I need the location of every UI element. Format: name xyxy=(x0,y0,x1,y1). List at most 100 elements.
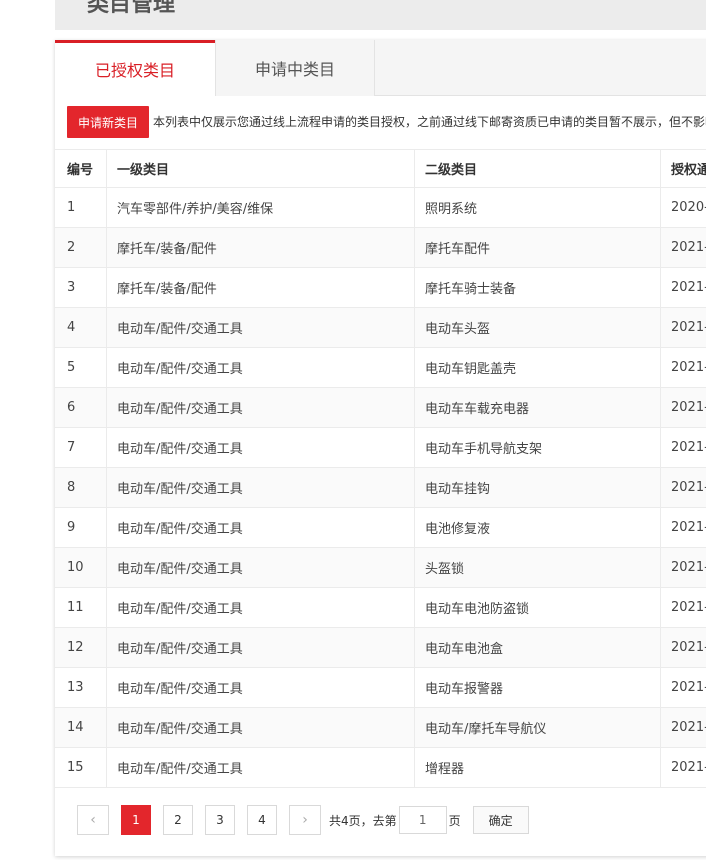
row-level1-category: 电动车/配件/交通工具 xyxy=(107,308,415,347)
next-page-button[interactable]: › xyxy=(289,805,321,835)
pagination: ‹ 1 2 3 4 › 共4页，去第 页 确定 xyxy=(77,804,529,836)
chevron-right-icon: › xyxy=(302,812,308,828)
table-row: 2 摩托车/装备/配件 摩托车配件 2021- xyxy=(55,227,706,267)
page-button-4[interactable]: 4 xyxy=(247,805,277,835)
row-level2-category: 电池修复液 xyxy=(415,508,661,547)
page-suffix-text: 页 xyxy=(448,813,461,828)
table-row: 15 电动车/配件/交通工具 增程器 2021- xyxy=(55,747,706,787)
row-level2-category: 电动车钥匙盖壳 xyxy=(415,348,661,387)
table-row: 8 电动车/配件/交通工具 电动车挂钩 2021- xyxy=(55,467,706,507)
row-auth-date: 2021- xyxy=(671,240,706,255)
row-number: 13 xyxy=(55,668,107,707)
row-level1-category: 电动车/配件/交通工具 xyxy=(107,668,415,707)
row-auth-date: 2021- xyxy=(671,600,706,615)
row-level1-category: 电动车/配件/交通工具 xyxy=(107,588,415,627)
header-level1: 一级类目 xyxy=(107,150,415,187)
row-level2-category: 头盔锁 xyxy=(415,548,661,587)
notice-text: 本列表中仅展示您通过线上流程申请的类目授权，之前通过线下邮寄资质已申请的类目暂不… xyxy=(153,115,706,129)
header-auth-date: 授权通 xyxy=(671,163,706,178)
row-level2-category: 电动车报警器 xyxy=(415,668,661,707)
table-row: 5 电动车/配件/交通工具 电动车钥匙盖壳 2021- xyxy=(55,347,706,387)
row-level1-category: 电动车/配件/交通工具 xyxy=(107,508,415,547)
row-level2-category: 电动车头盔 xyxy=(415,308,661,347)
row-level1-category: 电动车/配件/交通工具 xyxy=(107,388,415,427)
row-auth-date: 2021- xyxy=(671,280,706,295)
row-level1-category: 电动车/配件/交通工具 xyxy=(107,548,415,587)
row-number: 3 xyxy=(55,268,107,307)
table-row: 1 汽车零部件/养护/美容/维保 照明系统 2020- xyxy=(55,187,706,227)
row-level1-category: 汽车零部件/养护/美容/维保 xyxy=(107,188,415,227)
row-level2-category: 电动车车载充电器 xyxy=(415,388,661,427)
row-number: 7 xyxy=(55,428,107,467)
row-level2-category: 增程器 xyxy=(415,748,661,787)
table-row: 11 电动车/配件/交通工具 电动车电池防盗锁 2021- xyxy=(55,587,706,627)
apply-new-category-button[interactable]: 申请新类目 xyxy=(67,106,149,138)
row-level2-category: 电动车电池防盗锁 xyxy=(415,588,661,627)
row-level2-category: 摩托车骑士装备 xyxy=(415,268,661,307)
page-title: 类目管理 xyxy=(87,0,176,17)
table-row: 6 电动车/配件/交通工具 电动车车载充电器 2021- xyxy=(55,387,706,427)
row-level1-category: 电动车/配件/交通工具 xyxy=(107,428,415,467)
table-row: 3 摩托车/装备/配件 摩托车骑士装备 2021- xyxy=(55,267,706,307)
row-auth-date: 2021- xyxy=(671,560,706,575)
table-bottom-border xyxy=(55,787,706,788)
row-number: 1 xyxy=(55,188,107,227)
row-auth-date: 2021- xyxy=(671,720,706,735)
table-row: 9 电动车/配件/交通工具 电池修复液 2021- xyxy=(55,507,706,547)
chevron-left-icon: ‹ xyxy=(90,812,96,828)
goto-page-input[interactable] xyxy=(398,806,447,834)
prev-page-button[interactable]: ‹ xyxy=(77,805,109,835)
row-number: 9 xyxy=(55,508,107,547)
row-number: 15 xyxy=(55,748,107,787)
row-level1-category: 摩托车/装备/配件 xyxy=(107,228,415,267)
table-row: 12 电动车/配件/交通工具 电动车电池盒 2021- xyxy=(55,627,706,667)
row-level2-category: 照明系统 xyxy=(415,188,661,227)
table-row: 13 电动车/配件/交通工具 电动车报警器 2021- xyxy=(55,667,706,707)
row-number: 5 xyxy=(55,348,107,387)
tab-pending[interactable]: 申请中类目 xyxy=(215,40,375,96)
row-auth-date: 2020- xyxy=(671,200,706,215)
row-auth-date: 2021- xyxy=(671,640,706,655)
row-level1-category: 电动车/配件/交通工具 xyxy=(107,468,415,507)
row-auth-date: 2021- xyxy=(671,360,706,375)
header-level2: 二级类目 xyxy=(415,150,661,187)
row-number: 10 xyxy=(55,548,107,587)
row-number: 14 xyxy=(55,708,107,747)
row-number: 8 xyxy=(55,468,107,507)
row-auth-date: 2021- xyxy=(671,760,706,775)
row-level2-category: 摩托车配件 xyxy=(415,228,661,267)
table-row: 14 电动车/配件/交通工具 电动车/摩托车导航仪 2021- xyxy=(55,707,706,747)
row-level2-category: 电动车/摩托车导航仪 xyxy=(415,708,661,747)
page-header: 类目管理 xyxy=(55,0,706,30)
table-row: 7 电动车/配件/交通工具 电动车手机导航支架 2021- xyxy=(55,427,706,467)
row-level2-category: 电动车挂钩 xyxy=(415,468,661,507)
table-row: 10 电动车/配件/交通工具 头盔锁 2021- xyxy=(55,547,706,587)
row-number: 2 xyxy=(55,228,107,267)
row-level2-category: 电动车电池盒 xyxy=(415,628,661,667)
row-number: 12 xyxy=(55,628,107,667)
row-auth-date: 2021- xyxy=(671,520,706,535)
row-auth-date: 2021- xyxy=(671,320,706,335)
row-level1-category: 电动车/配件/交通工具 xyxy=(107,348,415,387)
row-number: 6 xyxy=(55,388,107,427)
tab-bar: 已授权类目 申请中类目 xyxy=(55,40,706,96)
row-level2-category: 电动车手机导航支架 xyxy=(415,428,661,467)
row-level1-category: 电动车/配件/交通工具 xyxy=(107,708,415,747)
category-table: 编号 一级类目 二级类目 授权通 1 汽车零部件/养护/美容/维保 照明系统 2020… xyxy=(55,149,706,788)
row-auth-date: 2021- xyxy=(671,440,706,455)
confirm-goto-button[interactable]: 确定 xyxy=(472,806,529,834)
row-level1-category: 电动车/配件/交通工具 xyxy=(107,748,415,787)
total-pages-text: 共4页，去第 xyxy=(329,813,397,828)
row-level1-category: 电动车/配件/交通工具 xyxy=(107,628,415,667)
category-card: 已授权类目 申请中类目 申请新类目 本列表中仅展示您通过线上流程申请的类目授权，… xyxy=(55,40,706,856)
row-auth-date: 2021- xyxy=(671,400,706,415)
page-button-1[interactable]: 1 xyxy=(121,805,151,835)
row-number: 11 xyxy=(55,588,107,627)
page-button-2[interactable]: 2 xyxy=(163,805,193,835)
tab-authorized[interactable]: 已授权类目 xyxy=(55,40,215,96)
page-button-3[interactable]: 3 xyxy=(205,805,235,835)
table-row: 4 电动车/配件/交通工具 电动车头盔 2021- xyxy=(55,307,706,347)
row-level1-category: 摩托车/装备/配件 xyxy=(107,268,415,307)
row-auth-date: 2021- xyxy=(671,480,706,495)
row-auth-date: 2021- xyxy=(671,680,706,695)
